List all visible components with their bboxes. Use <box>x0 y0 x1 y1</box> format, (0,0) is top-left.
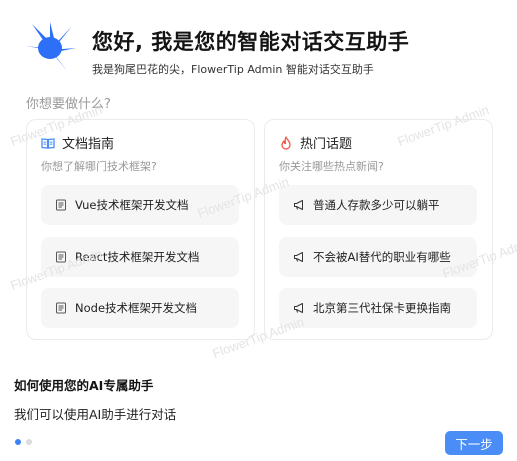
doc-item-vue[interactable]: Vue技术框架开发文档 <box>41 185 239 225</box>
flame-icon <box>279 135 293 150</box>
step-indicator <box>15 439 32 445</box>
guide-description: 我们可以使用AI助手进行对话 <box>14 407 177 422</box>
doc-item-react[interactable]: React技术框架开发文档 <box>41 237 239 277</box>
card-docs-guide: 文档指南 你想了解哪门技术框架? Vue技术框架开发文档 React技术框架开发… <box>26 119 255 340</box>
card-subtitle: 你想了解哪门技术框架? <box>41 160 157 173</box>
megaphone-icon <box>293 302 305 314</box>
document-icon <box>55 302 67 314</box>
topic-item-savings[interactable]: 普通人存款多少可以躺平 <box>279 185 477 225</box>
flower-logo-icon <box>26 22 76 72</box>
card-title: 热门话题 <box>300 137 353 152</box>
topic-item-ai-jobs[interactable]: 不会被AI替代的职业有哪些 <box>279 237 477 277</box>
document-icon <box>55 199 67 211</box>
guide-title: 如何使用您的AI专属助手 <box>14 378 154 393</box>
topic-item-label: 不会被AI替代的职业有哪些 <box>313 250 451 264</box>
page-subtitle: 我是狗尾巴花的尖，FlowerTip Admin 智能对话交互助手 <box>92 63 374 76</box>
megaphone-icon <box>293 251 305 263</box>
prompt-label: 你想要做什么? <box>26 97 111 112</box>
topic-item-label: 普通人存款多少可以躺平 <box>313 198 440 212</box>
topic-item-social-card[interactable]: 北京第三代社保卡更换指南 <box>279 288 477 328</box>
step-dot-active[interactable] <box>15 439 21 445</box>
megaphone-icon <box>293 199 305 211</box>
doc-item-node[interactable]: Node技术框架开发文档 <box>41 288 239 328</box>
document-icon <box>55 251 67 263</box>
doc-item-label: Node技术框架开发文档 <box>75 301 198 315</box>
book-icon <box>41 136 55 150</box>
topic-item-label: 北京第三代社保卡更换指南 <box>313 301 451 315</box>
card-subtitle: 你关注哪些热点新闻? <box>279 160 384 173</box>
card-hot-topics: 热门话题 你关注哪些热点新闻? 普通人存款多少可以躺平 不会被AI替代的职业有哪… <box>264 119 493 340</box>
card-title: 文档指南 <box>62 137 115 152</box>
doc-item-label: Vue技术框架开发文档 <box>75 198 189 212</box>
step-dot[interactable] <box>26 439 32 445</box>
next-step-button[interactable]: 下一步 <box>445 431 503 455</box>
assistant-header: 您好, 我是您的智能对话交互助手 我是狗尾巴花的尖，FlowerTip Admi… <box>22 20 502 80</box>
page-title: 您好, 我是您的智能对话交互助手 <box>92 30 410 54</box>
doc-item-label: React技术框架开发文档 <box>75 250 200 264</box>
